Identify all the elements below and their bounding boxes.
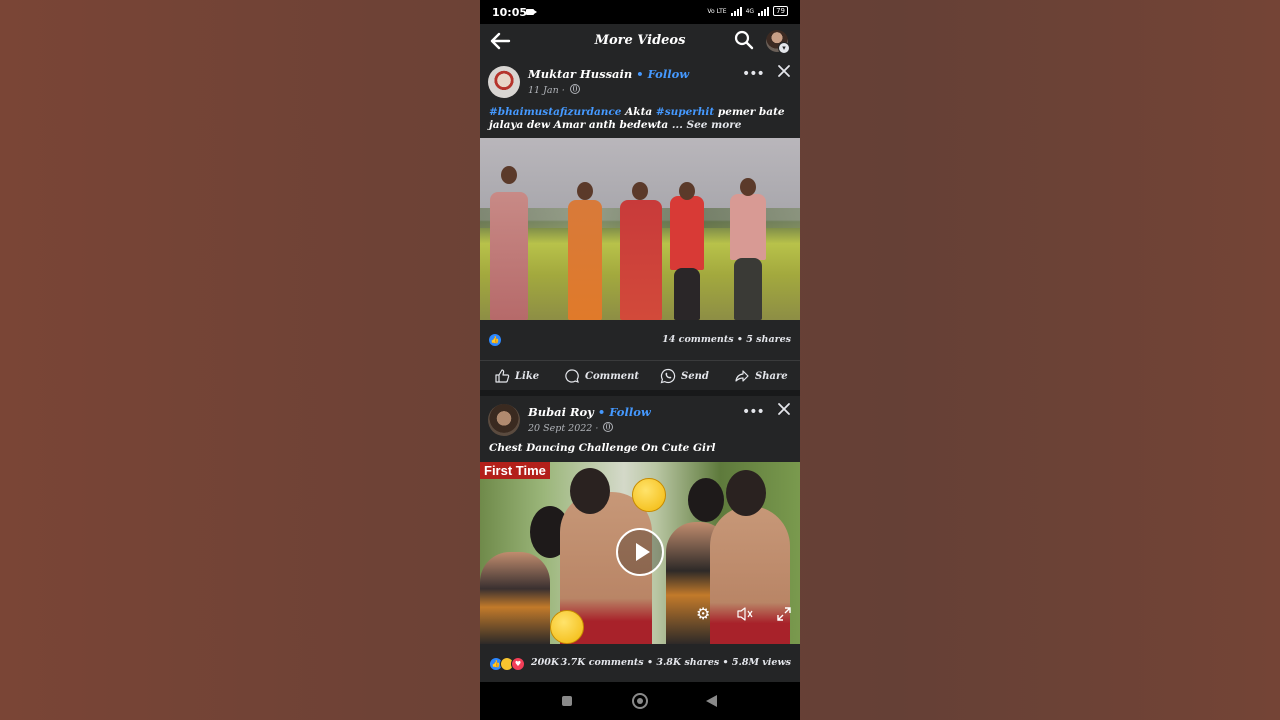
love-reaction-icon: ♥: [511, 657, 525, 671]
share-icon: [735, 370, 749, 382]
post-author[interactable]: Bubai Roy: [528, 405, 594, 419]
post-actions: Like Comment Send Share: [480, 360, 800, 390]
home-button[interactable]: [632, 693, 648, 709]
post-author[interactable]: Muktar Hussain: [528, 67, 632, 81]
hashtag-link[interactable]: #bhaimustafizurdance: [489, 106, 622, 118]
person-head: [726, 470, 766, 516]
share-label: Share: [755, 370, 788, 382]
comment-label: Comment: [585, 370, 640, 382]
reactions-icons[interactable]: 👍 ♥: [489, 657, 525, 671]
post-author-line: Muktar Hussain • Follow: [528, 67, 689, 81]
whatsapp-icon: [660, 368, 676, 384]
globe-icon: [603, 422, 614, 432]
person-figure: [480, 552, 550, 644]
post-video[interactable]: First Time ⚙: [480, 462, 800, 644]
signal-icon-2: [758, 6, 770, 16]
person-head: [688, 478, 724, 522]
reaction-count[interactable]: 200K: [531, 657, 559, 668]
winking-face-emoji: [632, 478, 666, 512]
post-stats: 👍 14 comments • 5 shares: [480, 320, 800, 361]
like-button[interactable]: Like: [494, 368, 539, 384]
close-icon[interactable]: [776, 401, 792, 417]
status-icons: Vo LTE 4G 79: [707, 6, 788, 16]
post-date: 11 Jan ·: [528, 84, 580, 96]
search-icon[interactable]: [734, 30, 754, 50]
thumbs-up-icon: [495, 369, 510, 383]
volte-label: Vo LTE: [707, 7, 727, 15]
person-head: [570, 468, 610, 514]
share-button[interactable]: Share: [734, 368, 788, 384]
follow-button[interactable]: Follow: [609, 405, 651, 419]
comments-shares-views-count[interactable]: 3.7K comments • 3.8K shares • 5.8M views: [561, 657, 791, 668]
volume-muted-icon[interactable]: [736, 606, 754, 622]
post-stats: 👍 ♥ 200K 3.7K comments • 3.8K shares • 5…: [480, 644, 800, 680]
profile-avatar[interactable]: ▾: [766, 30, 790, 54]
status-time: 10:05: [492, 6, 528, 19]
dancer-figure: [670, 196, 704, 270]
post-video[interactable]: [480, 138, 800, 320]
play-icon[interactable]: [616, 528, 664, 576]
battery-icon: 79: [773, 6, 788, 16]
dancer-figure: [568, 200, 602, 320]
dancer-figure: [730, 194, 766, 260]
phone-screen: 10:05 Vo LTE 4G 79 More Videos ▾ Muktar …: [480, 0, 800, 720]
like-reaction-icon[interactable]: 👍: [489, 334, 501, 346]
video-record-icon: [526, 9, 537, 15]
person-figure: [710, 506, 790, 644]
separator-dot: •: [636, 67, 644, 81]
post-card: Bubai Roy • Follow 20 Sept 2022 · ••• Ch…: [480, 396, 800, 680]
separator-dot: •: [597, 405, 606, 419]
dancer-legs: [734, 258, 762, 320]
caption-text: Akta: [621, 106, 656, 118]
system-navigation-bar: [480, 682, 800, 720]
signal-icon: [730, 6, 742, 16]
post-card: Muktar Hussain • Follow 11 Jan · ••• #bh…: [480, 58, 800, 390]
top-bar: More Videos ▾: [480, 24, 800, 58]
recents-button[interactable]: [562, 696, 572, 706]
dancer-figure: [490, 192, 528, 320]
post-date-text: 11 Jan ·: [528, 85, 565, 96]
back-button[interactable]: [706, 695, 717, 707]
close-icon[interactable]: [776, 63, 792, 79]
chevron-down-icon: ▾: [778, 42, 790, 54]
comment-icon: [565, 369, 579, 383]
comments-shares-count[interactable]: 14 comments • 5 shares: [662, 334, 791, 345]
comment-button[interactable]: Comment: [564, 368, 639, 384]
post-caption: #bhaimustafizurdance Akta #superhit peme…: [489, 106, 794, 132]
more-options-icon[interactable]: •••: [742, 66, 765, 82]
dancer-legs: [674, 268, 700, 320]
thumbnail-badge: First Time: [480, 462, 550, 479]
hashtag-link[interactable]: #superhit: [656, 106, 714, 118]
send-button[interactable]: Send: [660, 368, 709, 384]
post-caption: Chest Dancing Challenge On Cute Girl: [489, 442, 716, 454]
avatar[interactable]: [488, 66, 520, 98]
send-label: Send: [681, 370, 709, 382]
like-label: Like: [515, 370, 540, 382]
status-bar: 10:05 Vo LTE 4G 79: [480, 0, 800, 24]
see-more-link[interactable]: ... See more: [672, 119, 742, 131]
post-date: 20 Sept 2022 ·: [528, 422, 614, 434]
follow-button[interactable]: Follow: [648, 67, 690, 81]
expand-icon[interactable]: [776, 606, 792, 622]
kissing-face-emoji: [550, 610, 584, 644]
globe-icon: [569, 84, 580, 94]
gear-icon[interactable]: ⚙: [696, 606, 712, 622]
post-date-text: 20 Sept 2022 ·: [528, 423, 599, 434]
post-author-line: Bubai Roy • Follow: [528, 405, 651, 419]
network-type-label: 4G: [745, 7, 755, 15]
avatar[interactable]: [488, 404, 520, 436]
dancer-figure: [620, 200, 662, 320]
more-options-icon[interactable]: •••: [742, 404, 765, 420]
